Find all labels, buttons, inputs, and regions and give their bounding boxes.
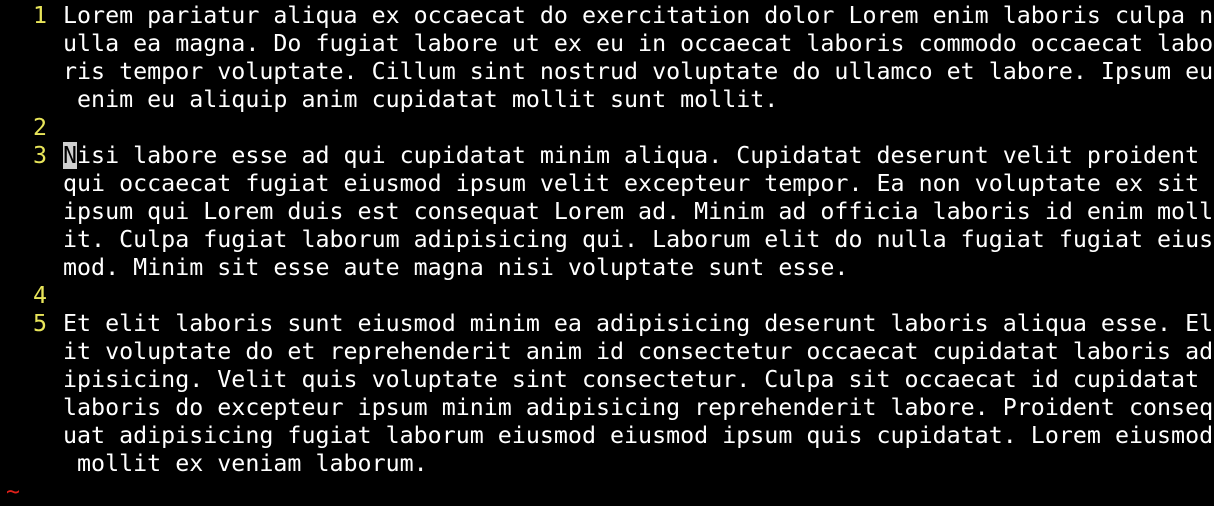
line-number — [0, 30, 63, 58]
buffer-row: 5 Et elit laboris sunt eiusmod minim ea … — [0, 310, 1214, 338]
line-text[interactable]: Lorem pariatur aliqua ex occaecat do exe… — [63, 2, 1214, 30]
line-number — [0, 338, 63, 366]
line-number — [0, 254, 63, 282]
line-text[interactable]: ipisicing. Velit quis voluptate sint con… — [63, 366, 1214, 394]
buffer-row: laboris do excepteur ipsum minim adipisi… — [0, 394, 1214, 422]
line-text[interactable]: enim eu aliquip anim cupidatat mollit su… — [63, 86, 1214, 114]
buffer-row: it. Culpa fugiat laborum adipisicing qui… — [0, 226, 1214, 254]
line-number: 4 — [32, 282, 47, 309]
buffer-row: ris tempor voluptate. Cillum sint nostru… — [0, 58, 1214, 86]
line-text[interactable]: it voluptate do et reprehenderit anim id… — [63, 338, 1214, 366]
buffer-row: 2 — [0, 114, 1214, 142]
line-text[interactable]: Et elit laboris sunt eiusmod minim ea ad… — [63, 310, 1214, 338]
line-number — [0, 450, 63, 478]
line-text[interactable]: uat adipisicing fugiat laborum eiusmod e… — [63, 422, 1214, 450]
buffer-row: enim eu aliquip anim cupidatat mollit su… — [0, 86, 1214, 114]
line-text[interactable]: qui occaecat fugiat eiusmod ipsum velit … — [63, 170, 1214, 198]
line-number: 5 — [32, 310, 47, 337]
line-number — [0, 422, 63, 450]
buffer-row: ulla ea magna. Do fugiat labore ut ex eu… — [0, 30, 1214, 58]
line-text[interactable]: it. Culpa fugiat laborum adipisicing qui… — [63, 226, 1214, 254]
line-text[interactable]: laboris do excepteur ipsum minim adipisi… — [63, 394, 1214, 422]
buffer-row: ipsum qui Lorem duis est consequat Lorem… — [0, 198, 1214, 226]
buffer-row: 4 — [0, 282, 1214, 310]
empty-buffer-row: ~ — [0, 478, 1214, 506]
buffer-row: uat adipisicing fugiat laborum eiusmod e… — [0, 422, 1214, 450]
line-number — [0, 394, 63, 422]
line-number — [0, 58, 63, 86]
text-cursor: N — [63, 142, 78, 169]
line-number: 3 — [32, 142, 47, 169]
line-number — [0, 366, 63, 394]
line-number — [0, 226, 63, 254]
line-number — [0, 170, 63, 198]
line-text[interactable]: mod. Minim sit esse aute magna nisi volu… — [63, 254, 1214, 282]
line-text[interactable]: mollit ex veniam laborum. — [63, 450, 1214, 478]
buffer-row: mod. Minim sit esse aute magna nisi volu… — [0, 254, 1214, 282]
buffer-row: mollit ex veniam laborum. — [0, 450, 1214, 478]
line-number — [0, 86, 63, 114]
buffer-row: ipisicing. Velit quis voluptate sint con… — [0, 366, 1214, 394]
line-text[interactable] — [63, 114, 1214, 142]
buffer-row: it voluptate do et reprehenderit anim id… — [0, 338, 1214, 366]
line-text[interactable]: ipsum qui Lorem duis est consequat Lorem… — [63, 198, 1214, 226]
line-text[interactable]: ulla ea magna. Do fugiat labore ut ex eu… — [63, 30, 1214, 58]
line-number: 2 — [32, 114, 47, 141]
buffer-row: 1 Lorem pariatur aliqua ex occaecat do e… — [0, 2, 1214, 30]
line-number: 1 — [32, 2, 47, 29]
line-number — [0, 198, 63, 226]
line-text[interactable]: Nisi labore esse ad qui cupidatat minim … — [63, 142, 1214, 170]
line-text[interactable]: ris tempor voluptate. Cillum sint nostru… — [63, 58, 1214, 86]
line-text[interactable] — [63, 282, 1214, 310]
line-text-rest: isi labore esse ad qui cupidatat minim a… — [77, 142, 1200, 169]
editor-buffer[interactable]: 1 Lorem pariatur aliqua ex occaecat do e… — [0, 2, 1214, 506]
buffer-row: qui occaecat fugiat eiusmod ipsum velit … — [0, 170, 1214, 198]
buffer-row: 3 Nisi labore esse ad qui cupidatat mini… — [0, 142, 1214, 170]
end-of-buffer-tilde: ~ — [6, 478, 21, 505]
